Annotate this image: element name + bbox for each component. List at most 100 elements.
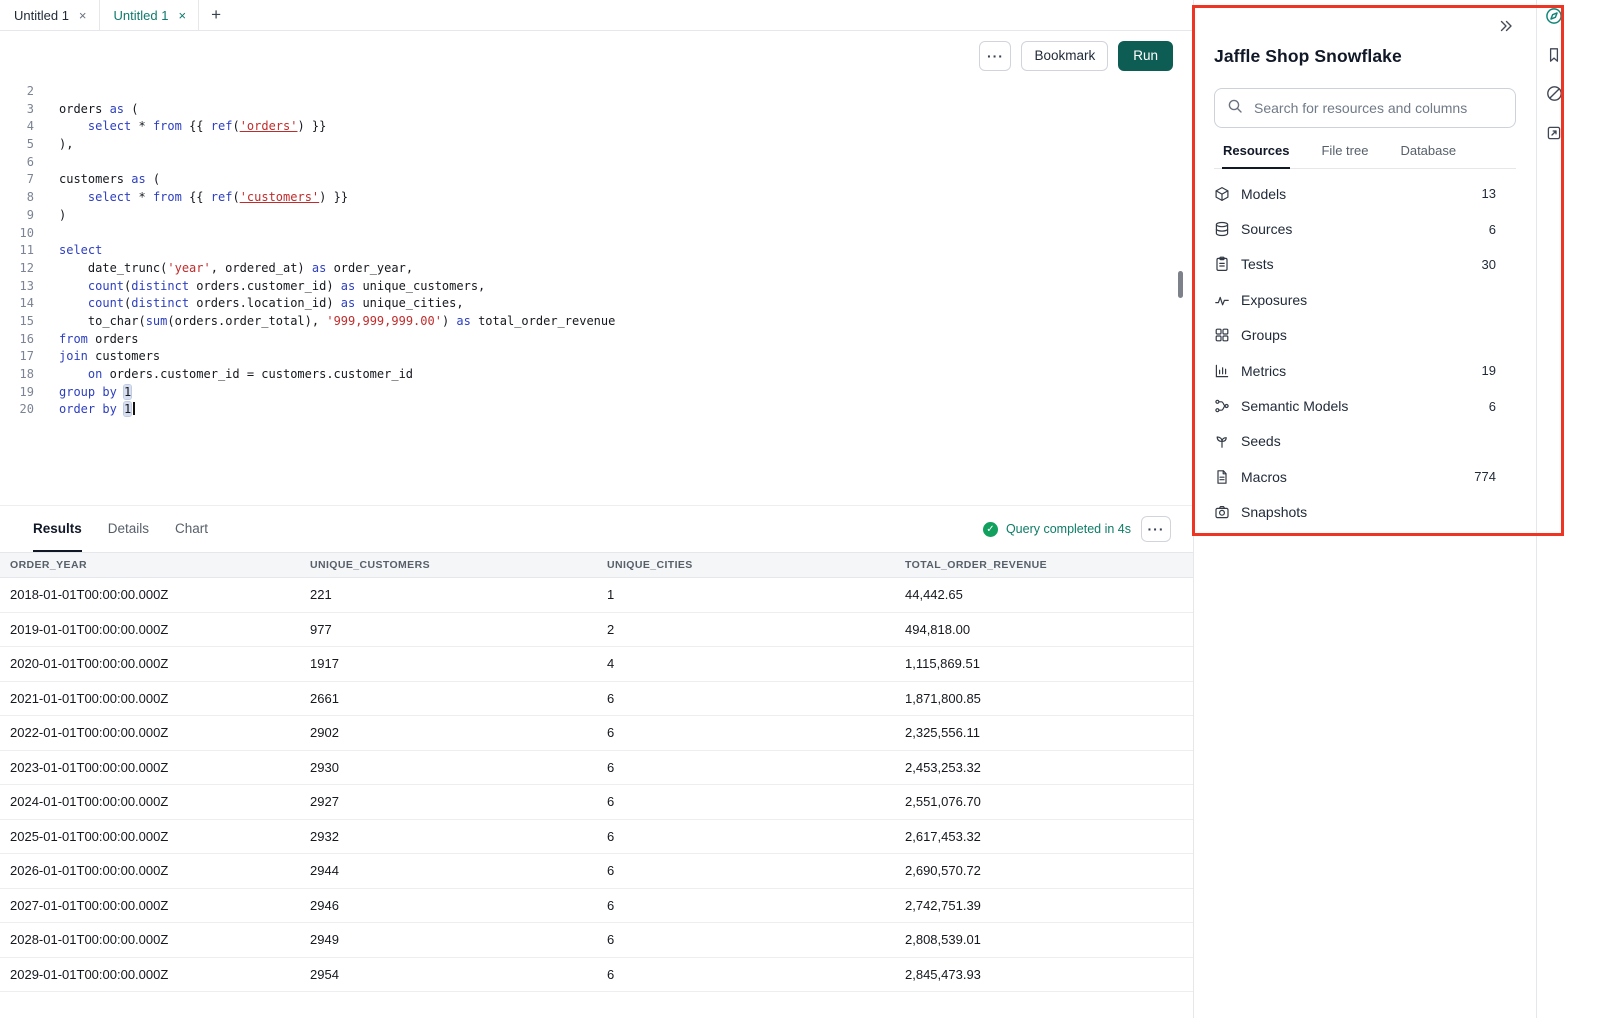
code-line[interactable]: 18 on orders.customer_id = customers.cus… bbox=[0, 366, 1193, 384]
tab-close-icon[interactable]: × bbox=[79, 9, 87, 22]
table-row[interactable]: 2018-01-01T00:00:00.000Z221144,442.65 bbox=[0, 578, 1193, 613]
table-cell: 4 bbox=[597, 656, 895, 671]
table-cell: 2021-01-01T00:00:00.000Z bbox=[0, 691, 300, 706]
code-line[interactable]: 19group by 1 bbox=[0, 384, 1193, 402]
code-line[interactable]: 9) bbox=[0, 207, 1193, 225]
sql-editor[interactable]: 23orders as (4 select * from {{ ref('ord… bbox=[0, 80, 1193, 505]
search-input[interactable] bbox=[1252, 99, 1503, 117]
collapse-sidebar-button[interactable] bbox=[1496, 12, 1516, 42]
resource-count: 19 bbox=[1482, 363, 1496, 378]
code-line[interactable]: 8 select * from {{ ref('customers') }} bbox=[0, 189, 1193, 207]
resource-item-metrics[interactable]: Metrics19 bbox=[1214, 353, 1516, 388]
resource-item-snapshots[interactable]: Snapshots bbox=[1214, 495, 1516, 530]
table-cell: 2024-01-01T00:00:00.000Z bbox=[0, 794, 300, 809]
results-tab-details[interactable]: Details bbox=[108, 506, 149, 552]
code-token: ( bbox=[124, 102, 138, 116]
table-row[interactable]: 2022-01-01T00:00:00.000Z290262,325,556.1… bbox=[0, 716, 1193, 751]
table-row[interactable]: 2026-01-01T00:00:00.000Z294462,690,570.7… bbox=[0, 854, 1193, 889]
table-cell: 2,617,453.32 bbox=[895, 829, 1193, 844]
code-line[interactable]: 5), bbox=[0, 136, 1193, 154]
sidebar-tab-resources[interactable]: Resources bbox=[1222, 143, 1290, 169]
bookmarks-button[interactable] bbox=[1539, 41, 1569, 71]
resource-item-groups[interactable]: Groups bbox=[1214, 318, 1516, 353]
code-line[interactable]: 16from orders bbox=[0, 331, 1193, 349]
code-text: select * from {{ ref('orders') }} bbox=[34, 118, 326, 136]
code-line[interactable]: 6 bbox=[0, 154, 1193, 172]
explore-button[interactable] bbox=[1539, 2, 1569, 32]
code-token: date_trunc( bbox=[59, 261, 167, 275]
table-cell: 494,818.00 bbox=[895, 622, 1193, 637]
code-text: order by 1 bbox=[34, 401, 135, 419]
resource-item-semantic-models[interactable]: Semantic Models6 bbox=[1214, 388, 1516, 423]
more-options-button[interactable]: ··· bbox=[979, 41, 1011, 71]
code-line[interactable]: 14 count(distinct orders.location_id) as… bbox=[0, 295, 1193, 313]
code-line[interactable]: 12 date_trunc('year', ordered_at) as ord… bbox=[0, 260, 1193, 278]
metrics-icon bbox=[1214, 363, 1230, 379]
results-tab-results[interactable]: Results bbox=[33, 506, 82, 552]
table-cell: 2,742,751.39 bbox=[895, 898, 1193, 913]
table-row[interactable]: 2020-01-01T00:00:00.000Z191741,115,869.5… bbox=[0, 647, 1193, 682]
code-token: customers bbox=[59, 172, 131, 186]
results-tab-chart[interactable]: Chart bbox=[175, 506, 208, 552]
table-row[interactable]: 2029-01-01T00:00:00.000Z295462,845,473.9… bbox=[0, 958, 1193, 993]
exposures-icon bbox=[1214, 292, 1230, 308]
line-number: 2 bbox=[0, 83, 34, 101]
new-tab-button[interactable]: + bbox=[199, 0, 233, 30]
export-button[interactable] bbox=[1539, 119, 1569, 149]
right-icon-rail bbox=[1536, 0, 1600, 1018]
table-row[interactable]: 2027-01-01T00:00:00.000Z294662,742,751.3… bbox=[0, 889, 1193, 924]
table-cell: 6 bbox=[597, 794, 895, 809]
resource-item-sources[interactable]: Sources6 bbox=[1214, 211, 1516, 246]
code-line[interactable]: 13 count(distinct orders.customer_id) as… bbox=[0, 278, 1193, 296]
resource-item-macros[interactable]: Macros774 bbox=[1214, 459, 1516, 494]
code-line[interactable]: 2 bbox=[0, 83, 1193, 101]
code-line[interactable]: 4 select * from {{ ref('orders') }} bbox=[0, 118, 1193, 136]
table-cell: 2,690,570.72 bbox=[895, 863, 1193, 878]
run-button[interactable]: Run bbox=[1118, 41, 1173, 71]
code-token: unique_customers, bbox=[355, 279, 485, 293]
results-more-button[interactable]: ··· bbox=[1141, 516, 1171, 542]
table-row[interactable]: 2021-01-01T00:00:00.000Z266161,871,800.8… bbox=[0, 682, 1193, 717]
editor-tab[interactable]: Untitled 1× bbox=[100, 0, 200, 30]
history-button[interactable] bbox=[1539, 80, 1569, 110]
table-row[interactable]: 2023-01-01T00:00:00.000Z293062,453,253.3… bbox=[0, 751, 1193, 786]
code-line[interactable]: 7customers as ( bbox=[0, 171, 1193, 189]
code-text: select bbox=[34, 242, 102, 260]
sidebar-tab-file-tree[interactable]: File tree bbox=[1320, 143, 1369, 169]
table-row[interactable]: 2024-01-01T00:00:00.000Z292762,551,076.7… bbox=[0, 785, 1193, 820]
double-chevron-right-icon bbox=[1498, 22, 1514, 37]
resource-item-exposures[interactable]: Exposures bbox=[1214, 282, 1516, 317]
table-row[interactable]: 2028-01-01T00:00:00.000Z294962,808,539.0… bbox=[0, 923, 1193, 958]
resource-item-seeds[interactable]: Seeds bbox=[1214, 424, 1516, 459]
sidebar-tab-database[interactable]: Database bbox=[1399, 143, 1457, 169]
ref-link[interactable]: 'orders' bbox=[240, 119, 298, 133]
line-number: 20 bbox=[0, 401, 34, 419]
table-row[interactable]: 2019-01-01T00:00:00.000Z9772494,818.00 bbox=[0, 613, 1193, 648]
tests-icon bbox=[1214, 256, 1230, 272]
code-token: ( bbox=[232, 119, 239, 133]
code-line[interactable]: 17join customers bbox=[0, 348, 1193, 366]
resource-item-models[interactable]: Models13 bbox=[1214, 176, 1516, 211]
table-row[interactable]: 2025-01-01T00:00:00.000Z293262,617,453.3… bbox=[0, 820, 1193, 855]
code-token: {{ bbox=[182, 190, 211, 204]
bookmark-button[interactable]: Bookmark bbox=[1021, 41, 1108, 71]
code-line[interactable]: 3orders as ( bbox=[0, 101, 1193, 119]
line-number: 4 bbox=[0, 118, 34, 136]
macros-icon bbox=[1214, 469, 1230, 485]
sources-icon bbox=[1214, 221, 1230, 237]
text-cursor bbox=[133, 402, 135, 415]
code-line[interactable]: 20order by 1 bbox=[0, 401, 1193, 419]
code-line[interactable]: 11select bbox=[0, 242, 1193, 260]
code-line[interactable]: 10 bbox=[0, 225, 1193, 243]
code-text: select * from {{ ref('customers') }} bbox=[34, 189, 348, 207]
table-cell: 2,808,539.01 bbox=[895, 932, 1193, 947]
editor-tab[interactable]: Untitled 1× bbox=[0, 0, 100, 30]
code-token bbox=[59, 119, 88, 133]
resource-item-tests[interactable]: Tests30 bbox=[1214, 247, 1516, 282]
resource-count: 30 bbox=[1482, 257, 1496, 272]
code-token: on bbox=[88, 367, 102, 381]
ref-link[interactable]: 'customers' bbox=[240, 190, 319, 204]
code-line[interactable]: 15 to_char(sum(orders.order_total), '999… bbox=[0, 313, 1193, 331]
tab-close-icon[interactable]: × bbox=[178, 9, 186, 22]
editor-scrollbar[interactable] bbox=[1178, 271, 1183, 298]
